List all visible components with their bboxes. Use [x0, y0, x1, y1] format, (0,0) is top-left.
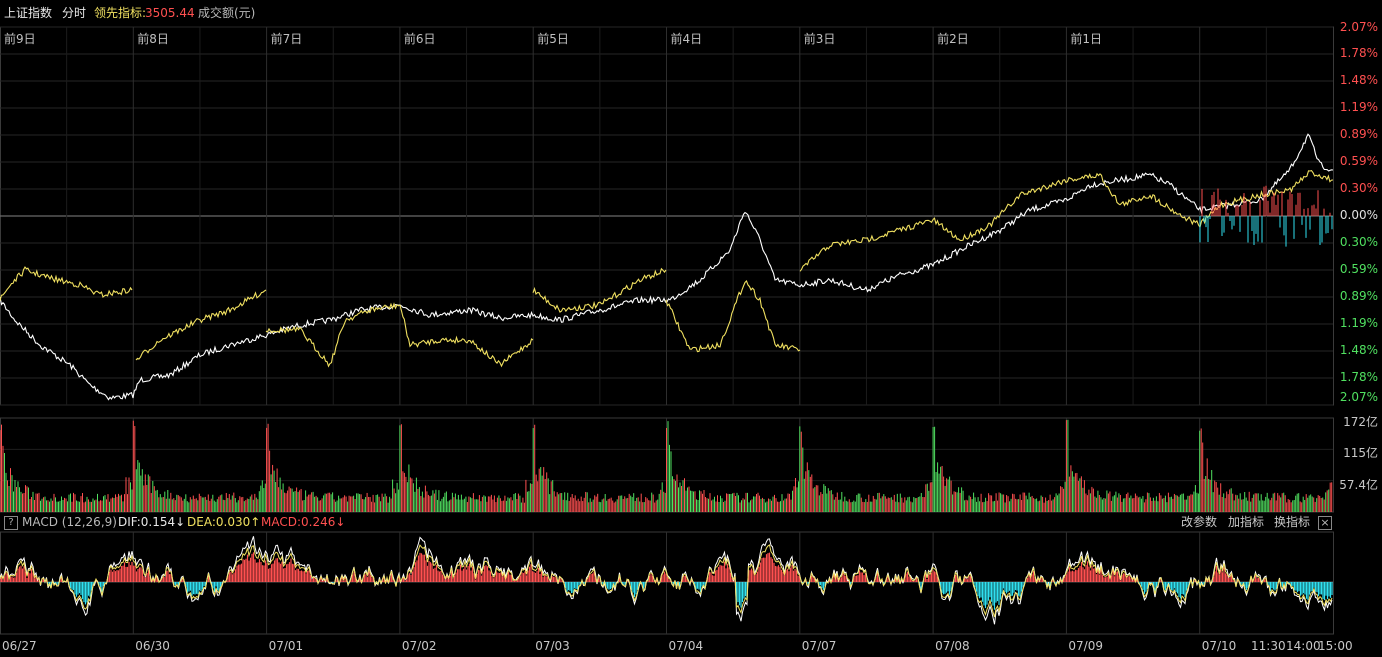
volume-label: 57.4亿: [1339, 478, 1378, 492]
date-label: 07/08: [935, 639, 970, 653]
percent-label: 2.07%: [1339, 390, 1378, 404]
percent-label: 2.07%: [1339, 20, 1378, 34]
date-label: 07/04: [668, 639, 704, 653]
close-icon[interactable]: ×: [1318, 516, 1332, 530]
macd-dea: DEA:0.030↑: [187, 515, 261, 529]
percent-label: 1.48%: [1339, 343, 1378, 357]
day-label: 前9日: [4, 32, 36, 46]
day-label: 前4日: [670, 32, 703, 46]
macd-header: ? MACD (12,26,9) DIF:0.154↓ DEA:0.030↑ M…: [0, 513, 1382, 532]
date-label: 07/02: [401, 639, 437, 653]
add-indicator-button[interactable]: 加指标: [1228, 513, 1264, 532]
percent-label: 0.59%: [1339, 154, 1378, 168]
percent-label: 1.19%: [1339, 316, 1378, 330]
day-label: 前3日: [803, 32, 836, 46]
percent-label: 0.30%: [1339, 181, 1378, 195]
day-label: 前6日: [403, 32, 436, 46]
lead-indicator-line: [0, 266, 133, 301]
time-label: 11:30: [1251, 639, 1286, 653]
percent-label: 0.89%: [1339, 127, 1378, 141]
percent-label: 0.89%: [1339, 289, 1378, 303]
date-label: 07/09: [1068, 639, 1103, 653]
percent-label: 1.48%: [1339, 73, 1378, 87]
percent-label: 1.19%: [1339, 100, 1378, 114]
date-label: 06/30: [135, 639, 170, 653]
volume-label: 172亿: [1343, 415, 1378, 429]
percent-label: 0.30%: [1339, 235, 1378, 249]
volume-label: 115亿: [1343, 446, 1378, 460]
date-label: 07/07: [801, 639, 837, 653]
time-label: 15:00: [1318, 639, 1353, 653]
percent-label: 1.78%: [1339, 370, 1378, 384]
change-params-button[interactable]: 改参数: [1181, 513, 1217, 532]
day-label: 前7日: [270, 32, 303, 46]
date-label: 07/01: [268, 639, 304, 653]
day-label: 前5日: [537, 32, 569, 46]
switch-indicator-button[interactable]: 换指标: [1274, 513, 1310, 532]
percent-label: 1.78%: [1339, 46, 1378, 60]
macd-name[interactable]: MACD (12,26,9): [22, 513, 117, 532]
lead-indicator-line: [135, 289, 267, 361]
chart-canvas[interactable]: [0, 0, 1382, 657]
macd-value: MACD:0.246↓: [261, 515, 346, 529]
macd-dif: DIF:0.154↓: [118, 515, 186, 529]
day-label: 前1日: [1070, 32, 1103, 46]
date-label: 06/27: [2, 639, 37, 653]
percent-label: 0.00%: [1339, 208, 1378, 222]
day-label: 前2日: [937, 32, 969, 46]
help-icon[interactable]: ?: [4, 516, 18, 530]
time-label: 14:00: [1286, 639, 1321, 653]
percent-label: 0.59%: [1339, 262, 1378, 276]
date-label: 07/10: [1201, 639, 1237, 653]
day-label: 前8日: [137, 32, 169, 46]
date-label: 07/03: [535, 639, 570, 653]
